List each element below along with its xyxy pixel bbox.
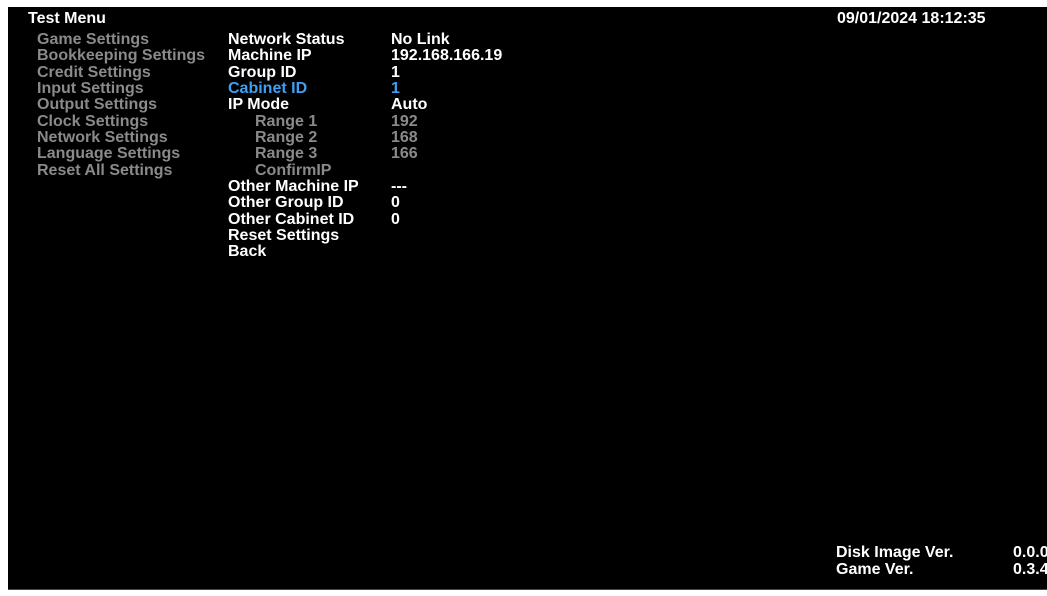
game-version-value: 0.3.4 — [1013, 561, 1047, 578]
menu-item-reset-all-settings[interactable]: Reset All Settings — [37, 162, 205, 179]
setting-value: 1 — [391, 63, 400, 81]
menu-item-output-settings[interactable]: Output Settings — [37, 97, 205, 114]
menu-item-credit-settings[interactable]: Credit Settings — [37, 64, 205, 81]
menu-item-bookkeeping-settings[interactable]: Bookkeeping Settings — [37, 47, 205, 64]
back-button[interactable]: Back — [228, 243, 628, 261]
setting-label: Reset Settings — [228, 227, 340, 245]
test-menu-screen: Test Menu 09/01/2024 18:12:35 Game Setti… — [8, 7, 1047, 590]
setting-row-other-group-id: Other Group ID 0 — [228, 194, 628, 212]
menu-item-language-settings[interactable]: Language Settings — [37, 146, 205, 163]
setting-row-confirm-ip[interactable]: ConfirmIP — [228, 161, 628, 179]
menu-item-game-settings[interactable]: Game Settings — [37, 31, 205, 48]
setting-label: Other Group ID — [228, 194, 344, 212]
disk-image-version-value: 0.0.0 — [1013, 544, 1047, 561]
setting-label: IP Mode — [228, 96, 290, 114]
menu-item-input-settings[interactable]: Input Settings — [37, 80, 205, 97]
setting-row-group-id[interactable]: Group ID 1 — [228, 63, 628, 81]
reset-settings-button[interactable]: Reset Settings — [228, 227, 628, 245]
setting-value: No Link — [391, 31, 450, 48]
screen-title: Test Menu — [28, 10, 106, 27]
setting-value: 0 — [391, 210, 400, 228]
setting-label: Network Status — [228, 31, 345, 48]
setting-value: --- — [391, 178, 407, 196]
setting-row-machine-ip[interactable]: Machine IP 192.168.166.19 — [228, 47, 628, 65]
setting-label: Range 3 — [255, 145, 318, 163]
setting-row-range-2[interactable]: Range 2 168 — [228, 129, 628, 147]
setting-label: Cabinet ID — [228, 80, 308, 98]
setting-label: ConfirmIP — [255, 161, 332, 179]
setting-row-other-cabinet-id: Other Cabinet ID 0 — [228, 210, 628, 228]
setting-label: Back — [228, 243, 267, 261]
setting-value: 0 — [391, 194, 400, 212]
setting-value: 166 — [391, 145, 418, 163]
setting-label: Range 1 — [255, 112, 318, 130]
setting-label: Group ID — [228, 63, 297, 81]
setting-row-range-1[interactable]: Range 1 192 — [228, 112, 628, 130]
setting-row-cabinet-id[interactable]: Cabinet ID 1 — [228, 80, 628, 98]
setting-row-ip-mode[interactable]: IP Mode Auto — [228, 96, 628, 114]
setting-row-range-3[interactable]: Range 3 166 — [228, 145, 628, 163]
disk-image-version-label: Disk Image Ver. — [836, 544, 954, 561]
setting-label: Machine IP — [228, 47, 312, 65]
network-settings-list: Network Status No Link Machine IP 192.16… — [228, 31, 628, 261]
main-menu: Game Settings Bookkeeping Settings Credi… — [37, 31, 205, 179]
setting-label: Range 2 — [255, 129, 318, 147]
setting-value: 168 — [391, 129, 418, 147]
game-version-label: Game Ver. — [836, 561, 914, 578]
clock-display: 09/01/2024 18:12:35 — [837, 10, 986, 27]
setting-row-other-machine-ip: Other Machine IP --- — [228, 178, 628, 196]
menu-item-clock-settings[interactable]: Clock Settings — [37, 113, 205, 130]
setting-value: Auto — [391, 96, 428, 114]
setting-label: Other Machine IP — [228, 178, 359, 196]
setting-value: 1 — [391, 80, 400, 98]
setting-value: 192.168.166.19 — [391, 47, 503, 65]
setting-label: Other Cabinet ID — [228, 210, 355, 228]
setting-value: 192 — [391, 112, 418, 130]
menu-item-network-settings[interactable]: Network Settings — [37, 129, 205, 146]
setting-row-network-status: Network Status No Link — [228, 31, 628, 48]
